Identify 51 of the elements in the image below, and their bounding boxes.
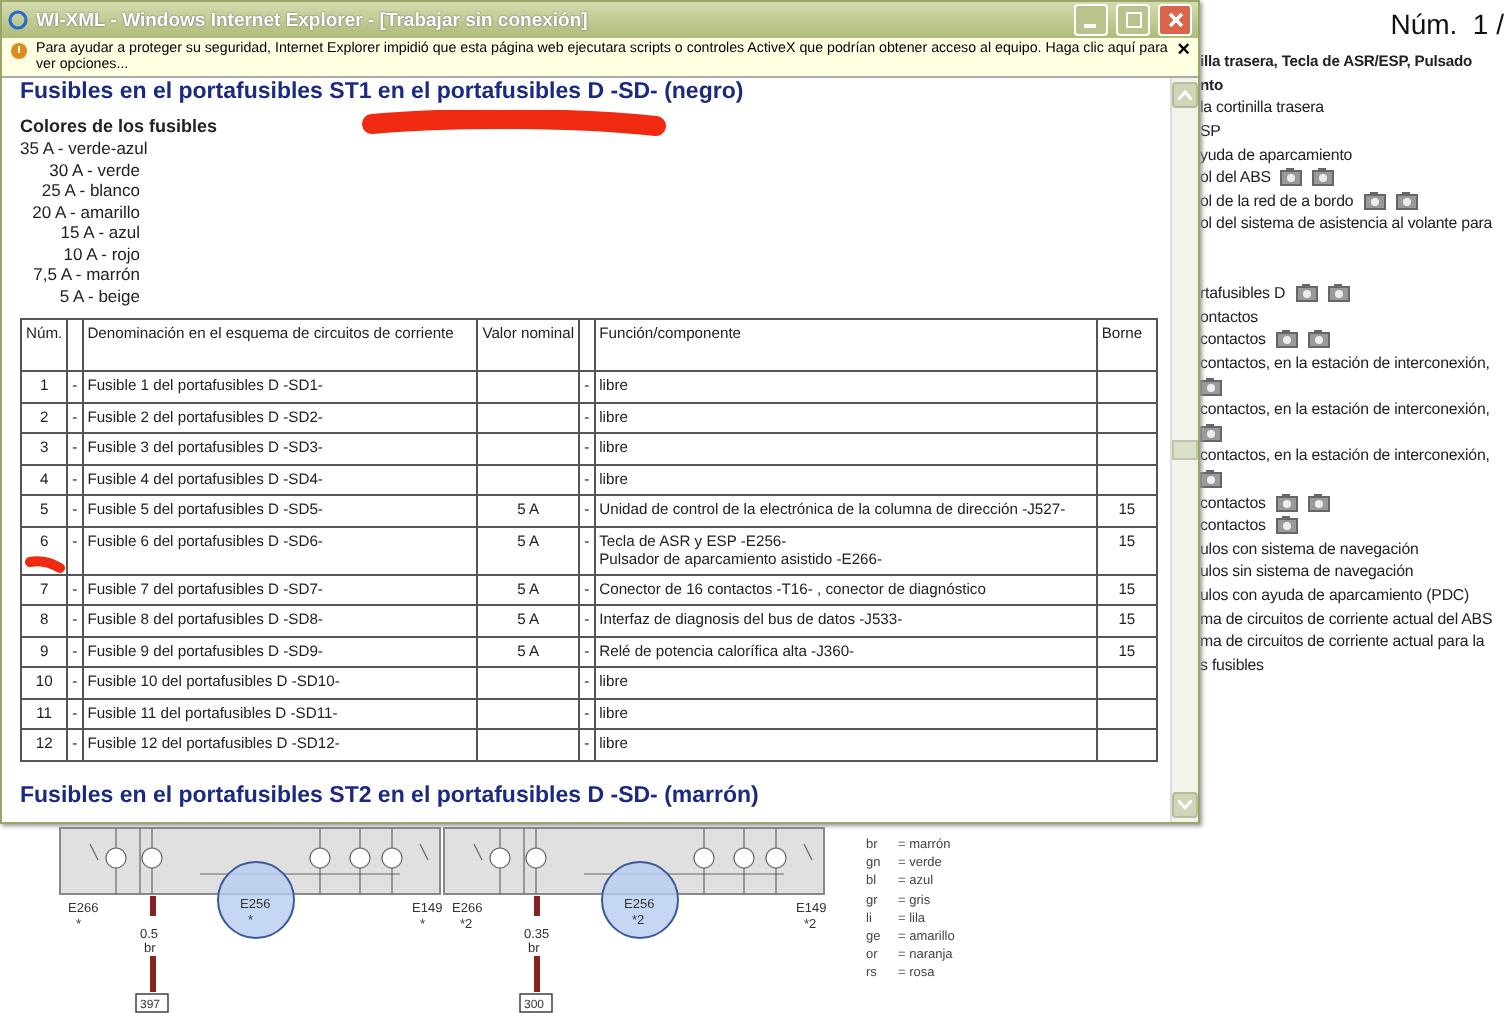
camera-icon[interactable]	[1275, 493, 1298, 512]
camera-icon[interactable]	[1327, 284, 1350, 303]
camera-icon[interactable]	[1200, 423, 1222, 442]
camera-icon[interactable]	[1307, 493, 1330, 512]
fuse-color: 10 A - rojo	[61, 243, 140, 264]
table-cell	[1096, 371, 1157, 402]
camera-icon[interactable]	[1307, 330, 1330, 349]
fuse-color: 25 A - blanco	[39, 180, 140, 201]
camera-icon[interactable]	[1200, 377, 1222, 396]
scrollbar[interactable]	[1170, 78, 1198, 822]
table-cell	[477, 729, 580, 760]
table-cell	[1096, 698, 1157, 729]
camera-icon[interactable]	[1275, 330, 1298, 349]
window-title: WI-XML - Windows Internet Explorer - [Trabajar sin conexión]	[36, 9, 590, 31]
page-number: Núm. 1 /	[1390, 8, 1504, 40]
fuse-color: 5 A - beige	[57, 285, 140, 306]
table-cell	[1096, 667, 1157, 698]
table-cell	[477, 402, 580, 433]
camera-icon[interactable]	[1280, 168, 1303, 187]
scroll-thumb[interactable]	[1172, 440, 1198, 460]
camera-icon[interactable]	[1312, 168, 1335, 187]
table-cell	[477, 464, 580, 495]
table-cell	[1096, 464, 1157, 495]
table-cell	[477, 667, 580, 698]
camera-icon[interactable]	[1295, 284, 1318, 303]
table-cell	[477, 371, 580, 402]
subheading: Colores de los fusibles	[20, 116, 218, 136]
camera-icon[interactable]	[1395, 191, 1418, 210]
camera-icon[interactable]	[1275, 516, 1298, 535]
fuse-color: 30 A - verde	[47, 159, 140, 180]
table-cell	[1096, 433, 1157, 464]
table-cell	[477, 433, 580, 464]
fuse-color: 15 A - azul	[58, 222, 140, 243]
maximize-icon	[1125, 12, 1141, 28]
section-heading: Fusibles en el portafusibles ST2 en el portafusibles D -SD- (marrón)	[20, 783, 761, 807]
shield-icon	[10, 42, 28, 60]
browser-icon	[8, 10, 28, 30]
fuse-color: 7,5 A - marrón	[31, 264, 140, 285]
camera-icon[interactable]	[1200, 469, 1222, 488]
column-header	[67, 319, 83, 371]
table-cell	[477, 698, 580, 729]
close-button[interactable]: ×	[1177, 42, 1190, 60]
section-heading: Fusibles en el portafusibles ST1 en el portafusibles D -SD- (negro)	[20, 80, 746, 104]
table-cell	[1096, 729, 1157, 760]
camera-icon[interactable]	[1363, 191, 1386, 210]
close-button[interactable]	[1158, 4, 1192, 36]
fuse-color: 20 A - amarillo	[30, 201, 140, 222]
table-cell	[1096, 402, 1157, 433]
column-header	[579, 319, 595, 371]
marker-stroke	[24, 556, 66, 574]
close-icon	[1167, 12, 1183, 28]
